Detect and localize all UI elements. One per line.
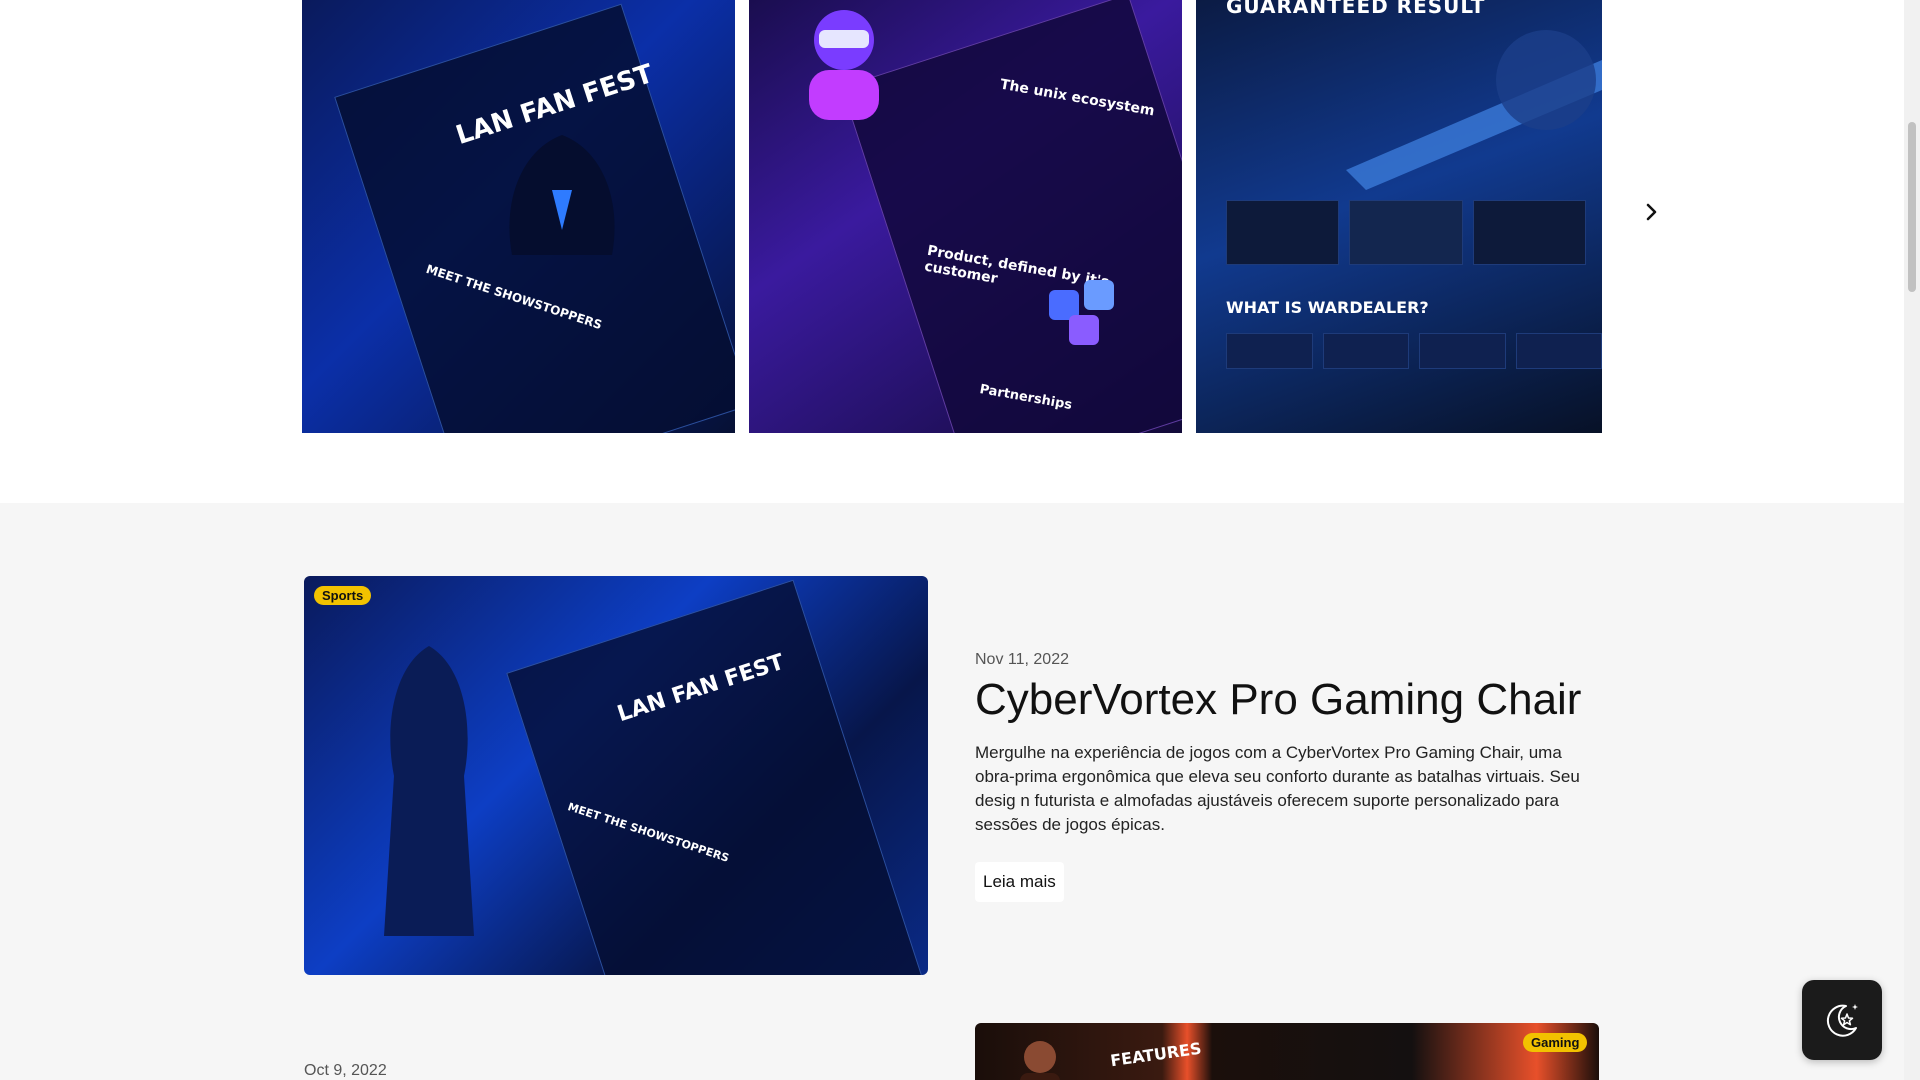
game-thumbnail[interactable] bbox=[1349, 200, 1463, 265]
carousel-slide-lan-fan-fest[interactable]: LAN FAN FEST MEET THE SHOWSTOPPERS bbox=[302, 0, 735, 433]
chevron-right-icon bbox=[1646, 203, 1657, 221]
carousel-slide-wardealer[interactable]: GUARANTEED RESULT WHAT IS WARDEALER? bbox=[1196, 0, 1602, 433]
game-thumbnail[interactable] bbox=[1226, 200, 1340, 265]
game-thumbnail[interactable] bbox=[1472, 200, 1586, 265]
blog-section: LAN FAN FEST MEET THE SHOWSTOPPERS Sport… bbox=[0, 503, 1904, 1080]
hooded-figure-icon bbox=[509, 135, 615, 255]
slide-section-title: WHAT IS WARDEALER? bbox=[1226, 298, 1429, 317]
post-image[interactable]: FEATURES Gaming bbox=[975, 1023, 1599, 1080]
vr-person-icon bbox=[809, 10, 879, 120]
moon-stars-icon bbox=[1826, 1004, 1858, 1037]
hooded-warrior-icon bbox=[384, 646, 474, 936]
feature-card bbox=[1226, 333, 1313, 369]
read-more-button[interactable]: Leia mais bbox=[975, 862, 1064, 902]
post-title[interactable]: CyberVortex Pro Gaming Chair bbox=[975, 675, 1581, 725]
feature-card bbox=[1322, 333, 1409, 369]
scrollbar-thumb[interactable] bbox=[1908, 122, 1916, 292]
category-badge[interactable]: Gaming bbox=[1523, 1033, 1588, 1052]
portfolio-carousel: LAN FAN FEST MEET THE SHOWSTOPPERS The u… bbox=[0, 0, 1904, 503]
category-badge[interactable]: Sports bbox=[314, 586, 372, 605]
game-thumbnails bbox=[1226, 200, 1586, 265]
post-excerpt: Mergulhe na experiência de jogos com a C… bbox=[975, 743, 1580, 834]
feature-card bbox=[1515, 333, 1602, 369]
post-image-mockup bbox=[506, 579, 924, 975]
post-image-headline: FEATURES bbox=[1109, 1038, 1203, 1071]
feature-cards bbox=[1226, 333, 1602, 369]
theme-toggle-button[interactable] bbox=[1802, 980, 1882, 1060]
fighter-portrait-icon bbox=[1020, 1041, 1060, 1080]
post-date: Nov 11, 2022 bbox=[975, 651, 1069, 668]
post-image[interactable]: LAN FAN FEST MEET THE SHOWSTOPPERS Sport… bbox=[304, 576, 928, 975]
page-scrollbar[interactable] bbox=[1904, 0, 1920, 1080]
carousel-next-button[interactable] bbox=[1640, 200, 1664, 224]
post-date: Oct 9, 2022 bbox=[304, 1062, 387, 1079]
3d-cube-icon bbox=[1049, 280, 1114, 345]
slide-headline: GUARANTEED RESULT bbox=[1226, 0, 1486, 18]
page: LAN FAN FEST MEET THE SHOWSTOPPERS The u… bbox=[0, 0, 1904, 1080]
feature-card bbox=[1419, 333, 1506, 369]
carousel-slide-unix-ecosystem[interactable]: The unix ecosystem Product, defined by i… bbox=[749, 0, 1182, 433]
dragon-artwork-icon bbox=[1346, 30, 1602, 190]
